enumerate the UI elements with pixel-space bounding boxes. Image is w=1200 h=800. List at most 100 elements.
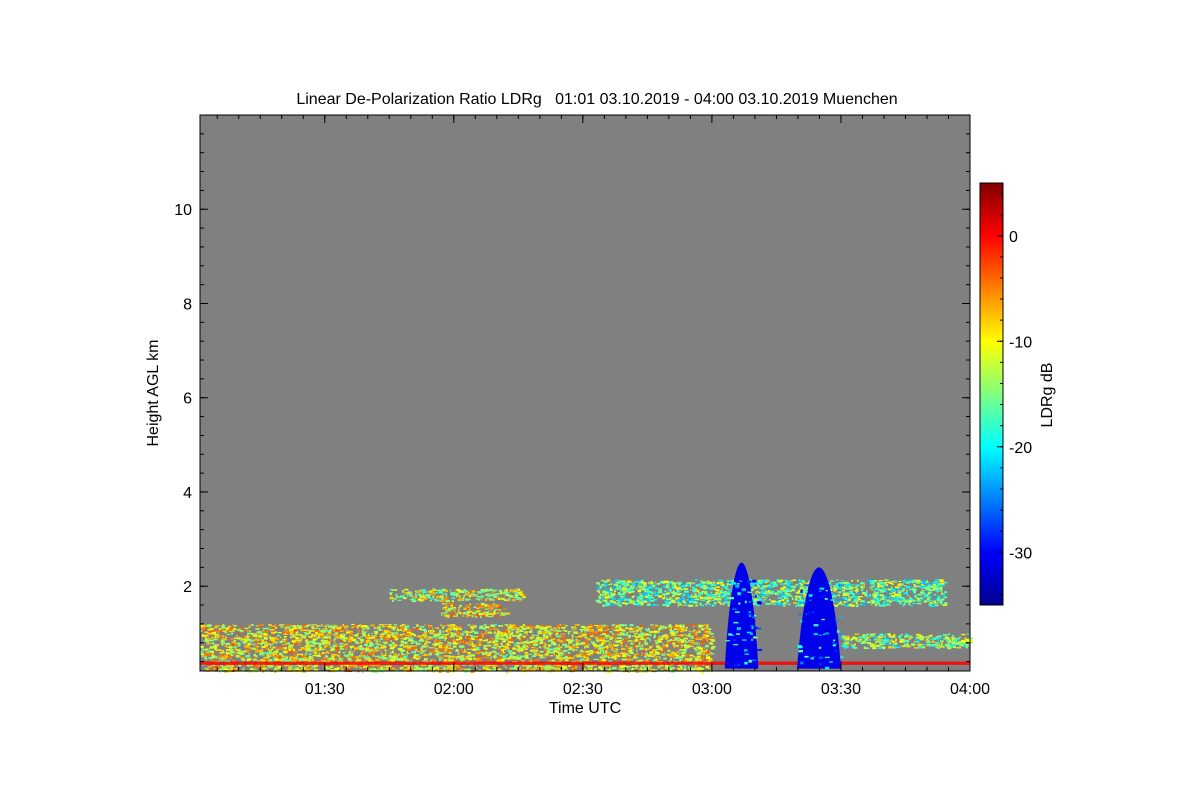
heatmap-cell (341, 626, 344, 629)
heatmap-cell (698, 626, 702, 629)
heatmap-cell (611, 667, 617, 670)
heatmap-cell (603, 630, 609, 634)
heatmap-cell (322, 658, 328, 661)
heatmap-cell (490, 594, 496, 597)
heatmap-cell (377, 639, 381, 641)
heatmap-cell (455, 612, 457, 614)
heatmap-cell (626, 658, 631, 661)
heatmap-cell (486, 613, 488, 617)
heatmap-cell (441, 633, 443, 635)
heatmap-cell (408, 591, 411, 593)
heatmap-cell (661, 634, 666, 637)
heatmap-cell (234, 650, 238, 653)
heatmap-cell (359, 642, 362, 644)
heatmap-cell (435, 653, 438, 656)
heatmap-cell (452, 615, 458, 617)
heatmap-cell (538, 646, 542, 649)
heatmap-cell (307, 637, 310, 640)
heatmap-cell (550, 638, 556, 640)
heatmap-cell (211, 657, 213, 659)
heatmap-cell (437, 639, 443, 642)
heatmap-cell (517, 654, 519, 658)
heatmap-cell (665, 647, 669, 650)
heatmap-cell (424, 636, 427, 639)
heatmap-cell (485, 637, 490, 639)
heatmap-cell (558, 644, 560, 646)
heatmap-cell (477, 655, 481, 658)
heatmap-cell (941, 598, 945, 601)
heatmap-cell (683, 624, 685, 627)
heatmap-cell (698, 630, 701, 632)
heatmap-cell (444, 603, 448, 605)
heatmap-cell (830, 583, 833, 586)
heatmap-cell (560, 652, 563, 655)
heatmap-cell (529, 636, 535, 639)
heatmap-cell (425, 668, 430, 670)
heatmap-cell (636, 649, 638, 652)
heatmap-cell (596, 626, 601, 629)
heatmap-cell (597, 650, 599, 654)
heatmap-cell (680, 644, 685, 646)
heatmap-cell (265, 646, 269, 650)
heatmap-cell (688, 633, 691, 635)
heatmap-cell (705, 644, 709, 648)
heatmap-cell (485, 588, 488, 591)
heatmap-cell (696, 636, 698, 638)
heatmap-cell (277, 631, 282, 634)
heatmap-cell (434, 648, 438, 650)
heatmap-cell (315, 631, 319, 635)
heatmap-cell (462, 641, 464, 643)
heatmap-cell (492, 646, 495, 649)
heatmap-cell (501, 652, 503, 655)
heatmap-cell (452, 656, 458, 658)
heatmap-cell (226, 655, 228, 658)
heatmap-cell (639, 647, 644, 650)
heatmap-cell (475, 667, 478, 669)
heatmap-cell (517, 645, 521, 648)
heatmap-cell (420, 647, 423, 649)
heatmap-cell (475, 651, 480, 654)
heatmap-cell (322, 639, 325, 641)
heatmap-cell (491, 589, 497, 591)
heatmap-cell (401, 628, 405, 630)
heatmap-cell (670, 654, 674, 657)
heatmap-cell (225, 649, 228, 652)
heatmap-cell (560, 655, 562, 658)
heatmap-cell (442, 667, 447, 670)
heatmap-cell (274, 667, 279, 670)
heatmap-cell (576, 643, 580, 646)
heatmap-cell (223, 656, 226, 659)
heatmap-cell (393, 644, 398, 647)
heatmap-cell (472, 590, 476, 593)
heatmap-cell (590, 641, 596, 643)
heatmap-cell (332, 644, 337, 648)
heatmap-cell (482, 639, 486, 642)
heatmap-cell (547, 630, 551, 633)
heatmap-cell (508, 599, 511, 602)
heatmap-cell (396, 631, 398, 633)
heatmap-cell (431, 630, 433, 632)
heatmap-cell (421, 645, 427, 648)
heatmap-cell (641, 625, 644, 628)
heatmap-cell (378, 629, 382, 631)
heatmap-cell (278, 647, 284, 650)
heatmap-cell (253, 653, 257, 656)
heatmap-cell (571, 634, 574, 637)
heatmap-cell (226, 627, 230, 630)
heatmap-cell (208, 638, 212, 640)
heatmap-cell (512, 635, 517, 637)
heatmap-cell (446, 639, 451, 641)
heatmap-cell (438, 657, 443, 659)
heatmap-cell (529, 653, 532, 655)
heatmap-cell (403, 645, 407, 648)
heatmap-cell (654, 640, 658, 642)
heatmap-cell (480, 615, 482, 619)
heatmap-cell (474, 594, 478, 596)
heatmap-cell (537, 653, 540, 655)
heatmap-cell (205, 667, 209, 670)
heatmap-cell (553, 653, 556, 656)
heatmap-cell (536, 634, 539, 637)
heatmap-cell (485, 667, 489, 669)
heatmap-cell (374, 650, 379, 652)
heatmap-cell (351, 656, 356, 660)
